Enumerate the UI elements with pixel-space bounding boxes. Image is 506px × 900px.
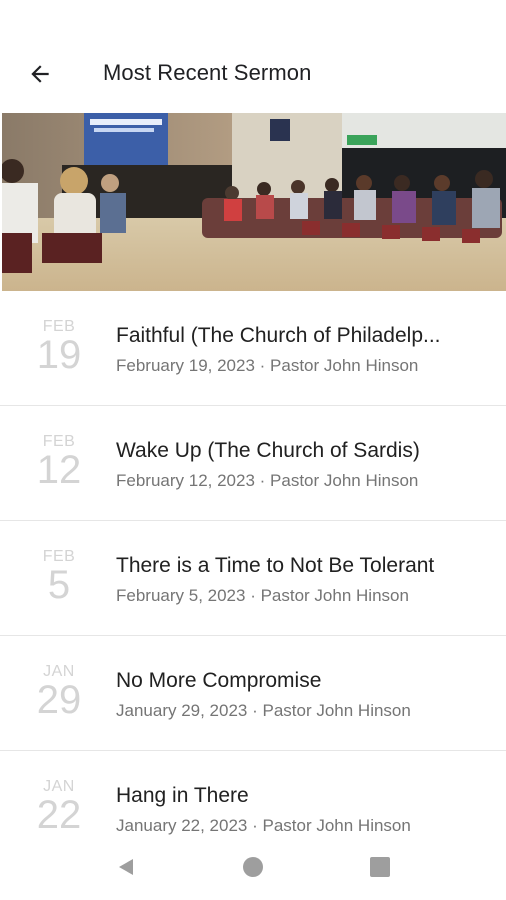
nav-recents-button[interactable] [368,855,392,879]
circle-home-icon [243,857,263,877]
nav-home-button[interactable] [241,855,265,879]
sermon-date: FEB 19 [24,319,94,377]
sermon-date: JAN 29 [24,664,94,722]
sermon-subtitle: January 29, 2023 · Pastor John Hinson [116,701,411,720]
app-bar: Most Recent Sermon [0,0,506,112]
sermon-title: Wake Up (The Church of Sardis) [116,439,420,462]
sermon-subtitle: February 5, 2023 · Pastor John Hinson [116,586,409,605]
triangle-back-icon [119,859,133,875]
sermon-list-item[interactable]: FEB 5 There is a Time to Not Be Tolerant… [0,521,506,636]
sermon-list-item[interactable]: FEB 12 Wake Up (The Church of Sardis) Fe… [0,406,506,521]
sermon-list-item[interactable]: JAN 29 No More Compromise January 29, 20… [0,636,506,751]
sermon-hero-image [2,113,506,291]
sermon-date: FEB 5 [24,549,94,607]
sermon-day: 29 [36,678,82,722]
sermon-subtitle: February 19, 2023 · Pastor John Hinson [116,356,419,375]
sermon-subtitle: February 12, 2023 · Pastor John Hinson [116,471,419,490]
sermon-date: FEB 12 [24,434,94,492]
sermon-subtitle: January 22, 2023 · Pastor John Hinson [116,816,411,835]
sermon-day: 19 [36,333,82,377]
sermon-date: JAN 22 [24,779,94,836]
sermon-day: 12 [36,448,82,492]
nav-back-button[interactable] [114,855,138,879]
sermon-title: No More Compromise [116,669,322,692]
sermon-title: Faithful (The Church of Philadelp... [116,324,441,347]
sermon-title: Hang in There [116,784,249,807]
page-title: Most Recent Sermon [103,60,312,85]
sermon-title: There is a Time to Not Be Tolerant [116,554,435,577]
sermon-day: 22 [36,793,82,835]
back-button[interactable] [22,56,58,92]
square-recents-icon [370,857,390,877]
sermon-list: FEB 19 Faithful (The Church of Philadelp… [0,291,506,835]
system-navigation-bar [0,835,506,900]
sermon-list-item[interactable]: FEB 19 Faithful (The Church of Philadelp… [0,291,506,406]
sermon-day: 5 [47,563,71,607]
sermon-list-item[interactable]: JAN 22 Hang in There January 22, 2023 · … [0,751,506,836]
arrow-left-icon [31,65,49,83]
